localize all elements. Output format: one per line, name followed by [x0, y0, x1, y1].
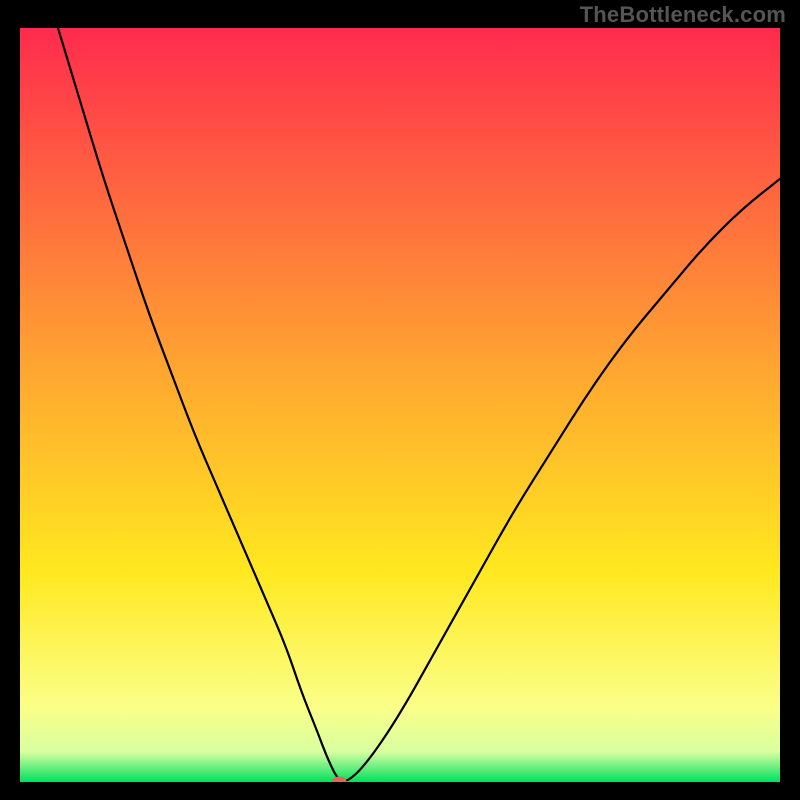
watermark-text: TheBottleneck.com: [580, 2, 786, 28]
bottleneck-plot: [20, 28, 780, 782]
gradient-background: [20, 28, 780, 782]
chart-frame: TheBottleneck.com: [0, 0, 800, 800]
